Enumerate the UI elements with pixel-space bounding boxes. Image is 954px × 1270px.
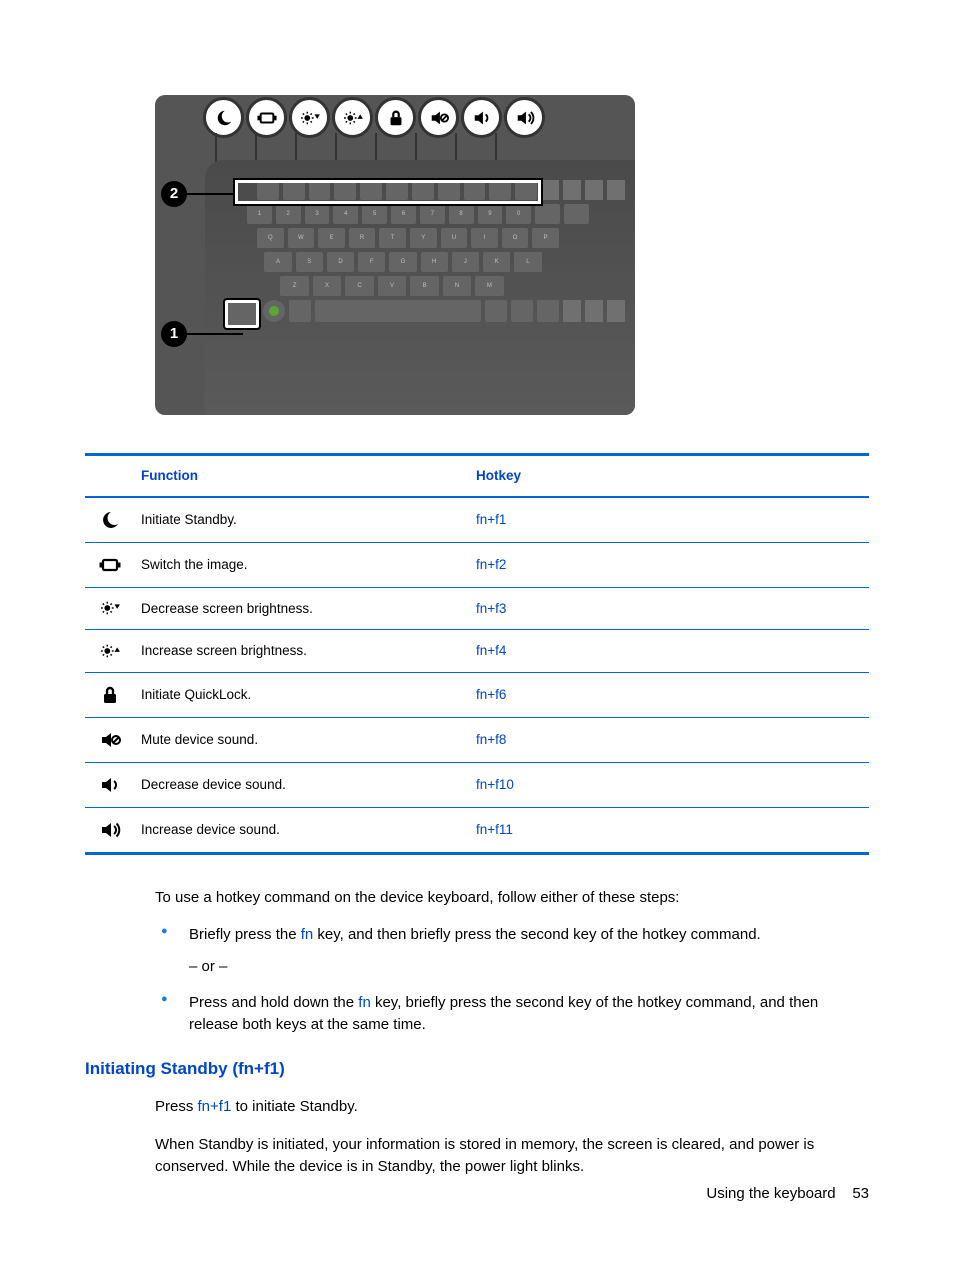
hotkey-reference-table: Function Hotkey Initiate Standby.fn+f1 S… — [85, 453, 869, 855]
table-row: Increase device sound.fn+f11 — [85, 807, 869, 853]
hotkey-link[interactable]: fn+f8 — [476, 717, 869, 762]
hotkey-link[interactable]: fn+f10 — [476, 762, 869, 807]
fn-text: fn — [301, 926, 314, 943]
hotkey-link[interactable]: fn+f4 — [476, 630, 869, 673]
list-item: Briefly press the fn key, and then brief… — [155, 924, 869, 978]
th-function: Function — [141, 455, 476, 497]
table-row: Mute device sound.fn+f8 — [85, 717, 869, 762]
callout-1: 1 — [161, 321, 187, 347]
hotkey-keyboard-figure: 1234567890 QWERTYUIOP ASDFGHJKL ZXCVBNM — [155, 95, 869, 415]
list-item: Press and hold down the fn key, briefly … — [155, 992, 869, 1036]
mute-icon — [418, 97, 459, 138]
volume-down-icon — [85, 762, 141, 807]
intro-text: To use a hotkey command on the device ke… — [155, 887, 869, 909]
volume-up-icon — [85, 807, 141, 853]
paragraph: Press fn+f1 to initiate Standby. — [155, 1096, 869, 1118]
fn-key-highlight — [225, 300, 259, 328]
moon-icon — [203, 97, 244, 138]
table-row: Decrease device sound.fn+f10 — [85, 762, 869, 807]
lock-icon — [375, 97, 416, 138]
brightness-up-icon — [332, 97, 373, 138]
switch-image-icon — [85, 542, 141, 587]
paragraph: When Standby is initiated, your informat… — [155, 1134, 869, 1178]
callout-2: 2 — [161, 181, 187, 207]
moon-icon — [85, 497, 141, 543]
volume-up-icon — [504, 97, 545, 138]
switch-image-icon — [246, 97, 287, 138]
table-row: Increase screen brightness.fn+f4 — [85, 630, 869, 673]
brightness-down-icon — [289, 97, 330, 138]
brightness-down-icon — [85, 587, 141, 630]
or-separator: – or – — [189, 956, 869, 978]
volume-down-icon — [461, 97, 502, 138]
table-row: Switch the image.fn+f2 — [85, 542, 869, 587]
table-row: Decrease screen brightness.fn+f3 — [85, 587, 869, 630]
hotkey-icon-callouts — [197, 95, 551, 140]
hotkey-link[interactable]: fn+f2 — [476, 542, 869, 587]
page-footer: Using the keyboard 53 — [0, 1183, 869, 1205]
table-row: Initiate QuickLock.fn+f6 — [85, 672, 869, 717]
table-row: Initiate Standby.fn+f1 — [85, 497, 869, 543]
lock-icon — [85, 672, 141, 717]
fn-text: fn+f1 — [198, 1098, 232, 1115]
mute-icon — [85, 717, 141, 762]
hotkey-link[interactable]: fn+f3 — [476, 587, 869, 630]
th-hotkey: Hotkey — [476, 455, 869, 497]
hotkey-link[interactable]: fn+f1 — [476, 497, 869, 543]
hotkey-link[interactable]: fn+f11 — [476, 807, 869, 853]
hotkey-link[interactable]: fn+f6 — [476, 672, 869, 717]
brightness-up-icon — [85, 630, 141, 673]
section-heading: Initiating Standby (fn+f1) — [85, 1057, 869, 1082]
fn-text: fn — [358, 994, 371, 1011]
